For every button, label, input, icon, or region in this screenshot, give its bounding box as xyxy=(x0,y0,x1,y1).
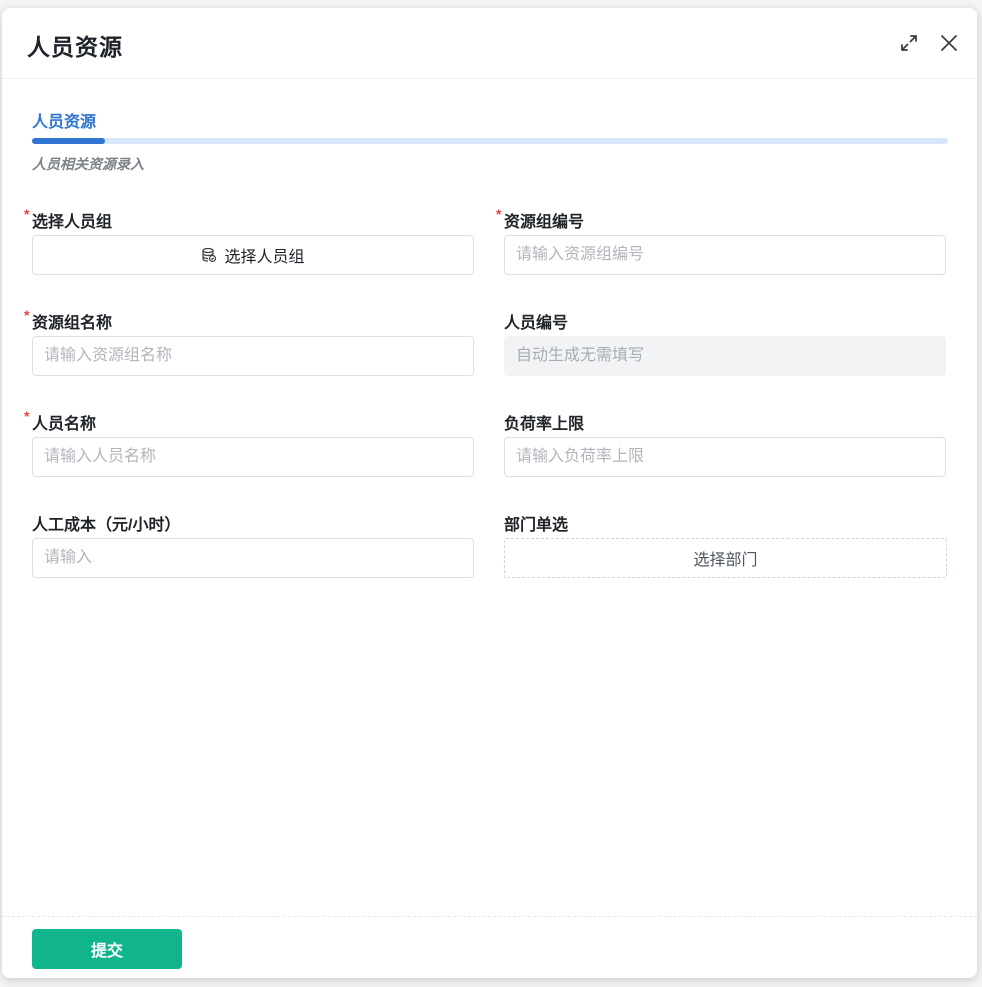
submit-button[interactable]: 提交 xyxy=(32,929,182,969)
group-name-input[interactable] xyxy=(32,336,474,376)
field-label: 资源组名称 xyxy=(32,315,113,332)
required-mark: * xyxy=(24,307,30,323)
select-group-button-label: 选择人员组 xyxy=(224,249,305,266)
step-progress-fill xyxy=(32,138,106,144)
required-mark: * xyxy=(24,206,30,222)
field-label: 人员名称 xyxy=(32,416,97,433)
person-name-input[interactable] xyxy=(32,437,474,477)
close-icon[interactable] xyxy=(938,32,960,54)
select-group-button[interactable]: 选择人员组 xyxy=(32,235,474,275)
step-current-label[interactable]: 人员资源 xyxy=(32,108,96,132)
resource-dialog: 人员资源 人员资源 人员相关资源录入 * 选择人员组 选择人员组 * 资源组编号… xyxy=(2,8,977,978)
field-label: 人工成本（元/小时） xyxy=(32,517,181,534)
field-label: 选择人员组 xyxy=(32,214,113,231)
step-progress-track xyxy=(32,138,948,144)
dialog-footer: 提交 xyxy=(2,916,977,978)
person-code-input xyxy=(504,336,946,376)
field-label: 资源组编号 xyxy=(504,214,585,231)
field-label: 负荷率上限 xyxy=(504,416,585,433)
field-label: 人员编号 xyxy=(504,315,569,332)
select-department-button[interactable]: 选择部门 xyxy=(504,538,947,578)
group-code-input[interactable] xyxy=(504,235,946,275)
maximize-icon[interactable] xyxy=(898,32,920,54)
required-mark: * xyxy=(496,206,502,222)
step-description: 人员相关资源录入 xyxy=(32,156,144,172)
dialog-title: 人员资源 xyxy=(27,34,123,60)
labor-cost-input[interactable] xyxy=(32,538,474,578)
database-icon xyxy=(202,247,217,263)
load-limit-input[interactable] xyxy=(504,437,946,477)
required-mark: * xyxy=(24,408,30,424)
dialog-header: 人员资源 xyxy=(2,8,977,79)
field-label: 部门单选 xyxy=(504,517,569,534)
select-department-button-label: 选择部门 xyxy=(693,552,758,569)
